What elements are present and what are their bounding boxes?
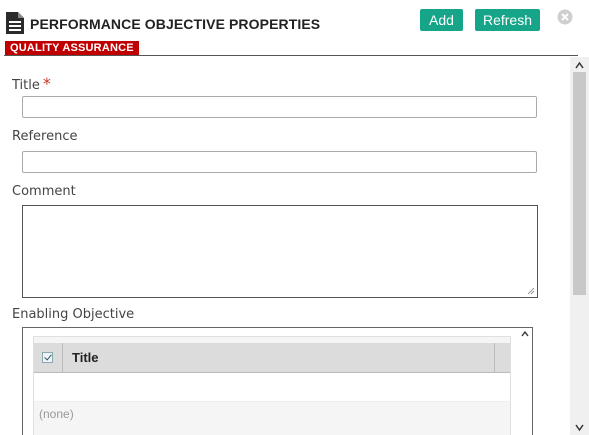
resize-grip-icon[interactable] xyxy=(527,287,535,295)
select-all-checkbox[interactable] xyxy=(42,352,53,363)
column-header-title[interactable]: Title xyxy=(72,350,99,365)
header-divider xyxy=(4,55,578,56)
title-label-text: Title xyxy=(12,78,40,93)
title-field[interactable] xyxy=(22,96,537,118)
title-label: Title * xyxy=(12,74,51,93)
comment-textarea[interactable] xyxy=(22,205,538,298)
scroll-down-icon[interactable] xyxy=(575,423,584,432)
required-marker: * xyxy=(42,74,51,93)
grid-body xyxy=(34,373,510,402)
scroll-up-icon[interactable] xyxy=(575,61,584,70)
add-button[interactable]: Add xyxy=(420,9,463,31)
enabling-objective-label: Enabling Objective xyxy=(12,307,135,322)
grid-empty-text: (none) xyxy=(39,407,74,421)
column-divider xyxy=(494,343,495,372)
close-icon[interactable] xyxy=(557,9,573,25)
enabling-objective-grid: Title (none) xyxy=(22,327,533,435)
grid-header-row: Title xyxy=(34,343,510,373)
page-title: PERFORMANCE OBJECTIVE PROPERTIES xyxy=(30,16,321,32)
comment-label: Comment xyxy=(12,184,76,199)
document-icon xyxy=(6,12,24,34)
scrollbar-thumb[interactable] xyxy=(573,72,586,295)
column-divider xyxy=(62,343,63,372)
grid-table: Title (none) xyxy=(33,336,511,435)
panel-header: PERFORMANCE OBJECTIVE PROPERTIES QUALITY… xyxy=(0,0,589,56)
form-content: Title * Reference Comment Enabling Object… xyxy=(0,57,570,435)
refresh-button[interactable]: Refresh xyxy=(475,9,540,31)
reference-field[interactable] xyxy=(22,151,537,173)
reference-label: Reference xyxy=(12,129,78,144)
scroll-up-icon[interactable] xyxy=(521,330,529,338)
category-badge: QUALITY ASSURANCE xyxy=(5,41,139,56)
vertical-scrollbar[interactable] xyxy=(570,57,589,435)
